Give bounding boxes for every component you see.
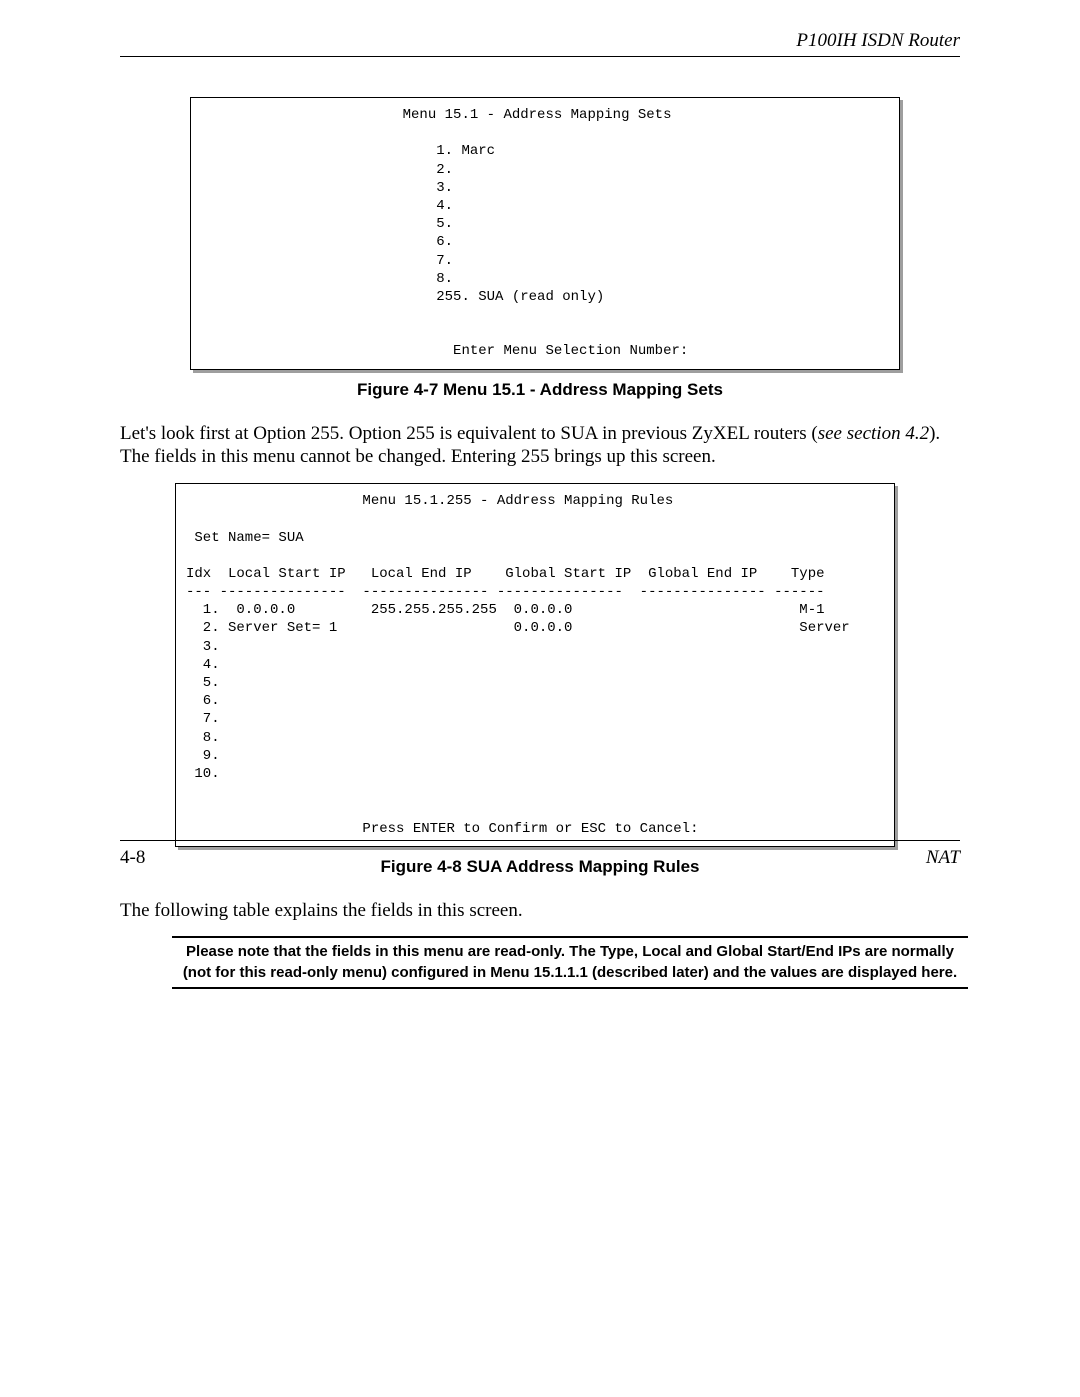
menu-box-1: Menu 15.1 - Address Mapping Sets 1. Marc… — [190, 97, 900, 370]
footer-page-number: 4-8 — [120, 847, 145, 869]
menu-box-2-wrap: Menu 15.1.255 - Address Mapping Rules Se… — [175, 483, 895, 847]
paragraph-1: Let's look first at Option 255. Option 2… — [120, 422, 960, 470]
page-footer: 4-8 NAT — [120, 840, 960, 869]
menu-box-2: Menu 15.1.255 - Address Mapping Rules Se… — [175, 483, 895, 847]
para1-part-a: Let's look first at Option 255. Option 2… — [120, 423, 818, 444]
menu-box-1-wrap: Menu 15.1 - Address Mapping Sets 1. Marc… — [190, 97, 900, 370]
footer-section: NAT — [926, 847, 960, 869]
para1-emphasis: see section 4.2 — [818, 423, 929, 444]
note-box: Please note that the fields in this menu… — [172, 936, 968, 989]
header-title: P100IH ISDN Router — [796, 30, 960, 51]
paragraph-2: The following table explains the fields … — [120, 899, 960, 923]
page-header: P100IH ISDN Router — [120, 30, 960, 57]
figure-caption-1: Figure 4-7 Menu 15.1 - Address Mapping S… — [120, 380, 960, 400]
